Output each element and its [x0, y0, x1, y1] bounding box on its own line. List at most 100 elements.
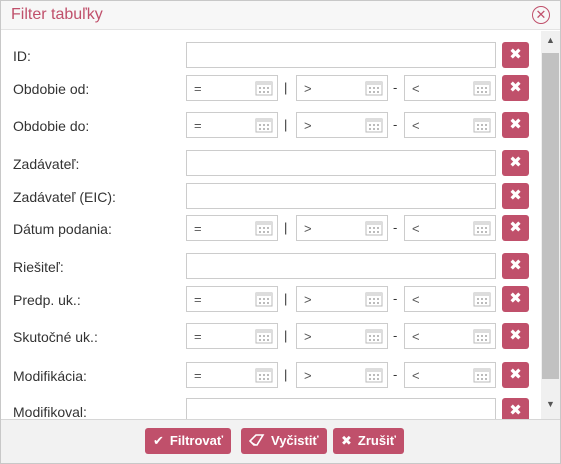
clear-obdobie-od-button[interactable]: ✖: [502, 75, 529, 101]
clear-icon: ✖: [509, 187, 522, 204]
clear-modifikoval-button[interactable]: ✖: [502, 398, 529, 419]
separator-pipe: |: [284, 291, 288, 306]
row-skutocne-uk: Skutočné uk.: = | > - < ✖: [1, 323, 541, 351]
dialog-titlebar: Filter tabuľky ✕: [1, 1, 560, 30]
scroll-up-arrow-icon[interactable]: ▲: [541, 35, 560, 45]
clear-icon: ✖: [509, 46, 522, 63]
calendar-icon[interactable]: [365, 220, 383, 236]
separator-dash: -: [393, 220, 398, 235]
date-eq-datum-podania[interactable]: =: [186, 215, 278, 241]
row-obdobie-do: Obdobie do: = | > - < ✖: [1, 112, 541, 140]
calendar-icon[interactable]: [255, 80, 273, 96]
date-eq-obdobie-do[interactable]: =: [186, 112, 278, 138]
op-equals: =: [194, 118, 202, 133]
separator-pipe: |: [284, 328, 288, 343]
clear-obdobie-do-button[interactable]: ✖: [502, 112, 529, 138]
calendar-icon[interactable]: [255, 291, 273, 307]
clear-riesitel-button[interactable]: ✖: [502, 253, 529, 279]
clear-id-button[interactable]: ✖: [502, 42, 529, 68]
clear-zadavatel-button[interactable]: ✖: [502, 150, 529, 176]
label-riesitel: Riešiteľ:: [13, 259, 64, 275]
date-gt-datum-podania[interactable]: >: [296, 215, 388, 241]
clear-icon: ✖: [509, 116, 522, 133]
clear-modifikacia-button[interactable]: ✖: [502, 362, 529, 388]
date-lt-predp-uk[interactable]: <: [404, 286, 496, 312]
separator-pipe: |: [284, 117, 288, 132]
date-eq-predp-uk[interactable]: =: [186, 286, 278, 312]
op-less: <: [412, 329, 420, 344]
calendar-icon[interactable]: [473, 328, 491, 344]
calendar-icon[interactable]: [255, 367, 273, 383]
check-icon: ✔: [153, 433, 164, 448]
clear-all-button[interactable]: Vyčistiť: [241, 428, 327, 454]
calendar-icon[interactable]: [365, 291, 383, 307]
filter-button-label: Filtrovať: [169, 433, 224, 448]
close-icon[interactable]: ✕: [532, 6, 550, 24]
calendar-icon[interactable]: [473, 367, 491, 383]
date-eq-modifikacia[interactable]: =: [186, 362, 278, 388]
calendar-icon[interactable]: [255, 328, 273, 344]
input-zadavatel-eic[interactable]: [186, 183, 496, 209]
clear-icon: ✖: [509, 290, 522, 307]
op-greater: >: [304, 329, 312, 344]
calendar-icon[interactable]: [365, 117, 383, 133]
clear-icon: ✖: [509, 219, 522, 236]
calendar-icon[interactable]: [255, 117, 273, 133]
date-lt-datum-podania[interactable]: <: [404, 215, 496, 241]
date-lt-obdobie-od[interactable]: <: [404, 75, 496, 101]
clear-predp-uk-button[interactable]: ✖: [502, 286, 529, 312]
cancel-button[interactable]: ✖ Zrušiť: [333, 428, 404, 454]
label-skutocne-uk: Skutočné uk.:: [13, 329, 98, 345]
date-eq-obdobie-od[interactable]: =: [186, 75, 278, 101]
input-zadavatel[interactable]: [186, 150, 496, 176]
date-gt-obdobie-do[interactable]: >: [296, 112, 388, 138]
scroll-down-arrow-icon[interactable]: ▼: [541, 399, 560, 409]
label-modifikoval: Modifikoval:: [13, 404, 87, 419]
eraser-icon: [249, 434, 265, 446]
cancel-icon: ✖: [341, 433, 352, 448]
dialog-title: Filter tabuľky: [11, 6, 103, 23]
label-zadavatel: Zadávateľ:: [13, 156, 80, 172]
label-modifikacia: Modifikácia:: [13, 368, 87, 384]
date-gt-obdobie-od[interactable]: >: [296, 75, 388, 101]
date-gt-modifikacia[interactable]: >: [296, 362, 388, 388]
date-lt-obdobie-do[interactable]: <: [404, 112, 496, 138]
row-id: ID: ✖: [1, 42, 541, 70]
op-less: <: [412, 292, 420, 307]
clear-datum-podania-button[interactable]: ✖: [502, 215, 529, 241]
calendar-icon[interactable]: [473, 117, 491, 133]
calendar-icon[interactable]: [255, 220, 273, 236]
date-lt-modifikacia[interactable]: <: [404, 362, 496, 388]
clear-icon: ✖: [509, 79, 522, 96]
calendar-icon[interactable]: [365, 367, 383, 383]
clear-icon: ✖: [509, 366, 522, 383]
date-gt-predp-uk[interactable]: >: [296, 286, 388, 312]
separator-pipe: |: [284, 80, 288, 95]
op-less: <: [412, 368, 420, 383]
op-less: <: [412, 81, 420, 96]
date-eq-skutocne-uk[interactable]: =: [186, 323, 278, 349]
cancel-button-label: Zrušiť: [357, 433, 396, 448]
separator-dash: -: [393, 328, 398, 343]
clear-icon: ✖: [509, 327, 522, 344]
calendar-icon[interactable]: [473, 220, 491, 236]
calendar-icon[interactable]: [473, 291, 491, 307]
separator-dash: -: [393, 117, 398, 132]
calendar-icon[interactable]: [365, 328, 383, 344]
input-modifikoval[interactable]: [186, 398, 496, 419]
calendar-icon[interactable]: [473, 80, 491, 96]
input-riesitel[interactable]: [186, 253, 496, 279]
calendar-icon[interactable]: [365, 80, 383, 96]
date-lt-skutocne-uk[interactable]: <: [404, 323, 496, 349]
separator-dash: -: [393, 367, 398, 382]
op-greater: >: [304, 118, 312, 133]
scrollbar-thumb[interactable]: [542, 53, 559, 379]
vertical-scrollbar[interactable]: ▲ ▼: [541, 31, 560, 419]
filter-button[interactable]: ✔ Filtrovať: [145, 428, 232, 454]
clear-zadavatel-eic-button[interactable]: ✖: [502, 183, 529, 209]
input-id[interactable]: [186, 42, 496, 68]
row-riesitel: Riešiteľ: ✖: [1, 253, 541, 281]
clear-skutocne-uk-button[interactable]: ✖: [502, 323, 529, 349]
label-obdobie-od: Obdobie od:: [13, 81, 90, 97]
date-gt-skutocne-uk[interactable]: >: [296, 323, 388, 349]
